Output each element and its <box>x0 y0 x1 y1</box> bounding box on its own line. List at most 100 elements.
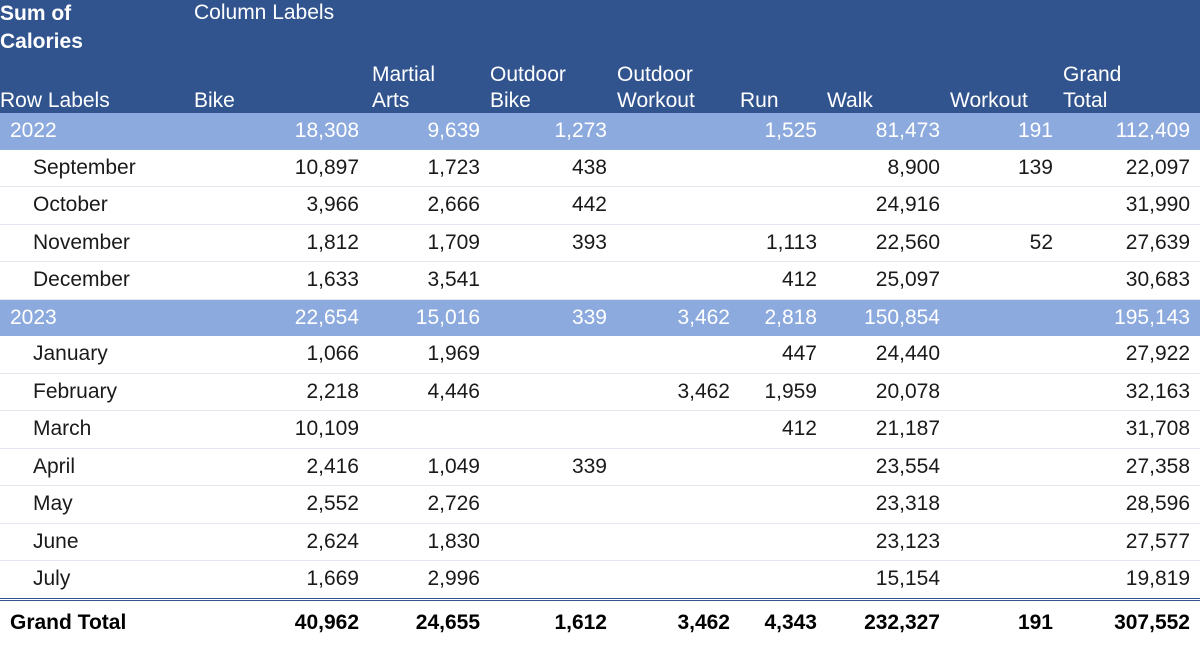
cell-walk[interactable]: 22,560 <box>827 224 950 263</box>
cell-workout[interactable] <box>950 523 1063 562</box>
cell-walk[interactable]: 25,097 <box>827 261 950 300</box>
table-row-january[interactable]: January 1,066 1,969 447 24,440 27,922 <box>0 336 1200 374</box>
row-label[interactable]: Grand Total <box>0 597 194 645</box>
row-label[interactable]: June <box>0 523 194 562</box>
cell-run[interactable]: 447 <box>740 336 827 374</box>
cell-run[interactable]: 412 <box>740 261 827 300</box>
row-label[interactable]: September <box>0 149 194 188</box>
cell-walk[interactable]: 24,916 <box>827 186 950 225</box>
cell-bike[interactable]: 1,812 <box>194 224 372 263</box>
cell-walk[interactable]: 232,327 <box>827 597 950 645</box>
cell-outdoor-bike[interactable] <box>490 561 617 600</box>
table-row-april[interactable]: April 2,416 1,049 339 23,554 27,358 <box>0 448 1200 487</box>
column-header-workout[interactable]: Workout <box>950 62 1063 114</box>
cell-workout[interactable]: 191 <box>950 113 1063 150</box>
cell-outdoor-workout[interactable]: 3,462 <box>617 597 740 645</box>
cell-grand-total[interactable]: 28,596 <box>1063 485 1200 524</box>
subtotal-row-2022[interactable]: 2022 18,308 9,639 1,273 1,525 81,473 191 112,40… <box>0 113 1200 150</box>
cell-run[interactable]: 4,343 <box>740 597 827 645</box>
cell-outdoor-bike[interactable]: 1,612 <box>490 597 617 645</box>
table-row-may[interactable]: May 2,552 2,726 23,318 28,596 <box>0 485 1200 524</box>
cell-outdoor-workout[interactable] <box>617 523 740 562</box>
row-label[interactable]: November <box>0 224 194 263</box>
cell-grand-total[interactable]: 307,552 <box>1063 597 1200 645</box>
row-label[interactable]: October <box>0 186 194 225</box>
cell-outdoor-workout[interactable] <box>617 410 740 449</box>
cell-martial-arts[interactable]: 1,723 <box>372 149 490 188</box>
cell-outdoor-bike[interactable] <box>490 485 617 524</box>
cell-grand-total[interactable]: 27,358 <box>1063 448 1200 487</box>
column-header-outdoor-workout[interactable]: Outdoor Workout <box>617 62 740 114</box>
cell-bike[interactable]: 18,308 <box>194 113 372 150</box>
cell-grand-total[interactable]: 112,409 <box>1063 113 1200 150</box>
cell-walk[interactable]: 23,554 <box>827 448 950 487</box>
cell-workout[interactable] <box>950 299 1063 337</box>
cell-workout[interactable] <box>950 186 1063 225</box>
row-label[interactable]: December <box>0 261 194 300</box>
table-row-december[interactable]: December 1,633 3,541 412 25,097 30,683 <box>0 261 1200 300</box>
cell-martial-arts[interactable]: 2,726 <box>372 485 490 524</box>
cell-workout[interactable]: 191 <box>950 597 1063 645</box>
row-labels-header[interactable]: Row Labels <box>0 62 194 114</box>
column-header-martial-arts[interactable]: Martial Arts <box>372 62 490 114</box>
cell-bike[interactable]: 40,962 <box>194 597 372 645</box>
table-row-june[interactable]: June 2,624 1,830 23,123 27,577 <box>0 523 1200 562</box>
column-header-run[interactable]: Run <box>740 62 827 114</box>
cell-outdoor-workout[interactable] <box>617 485 740 524</box>
cell-run[interactable]: 1,113 <box>740 224 827 263</box>
cell-grand-total[interactable]: 31,990 <box>1063 186 1200 225</box>
table-row-february[interactable]: February 2,218 4,446 3,462 1,959 20,078 32,163 <box>0 373 1200 412</box>
cell-bike[interactable]: 10,897 <box>194 149 372 188</box>
cell-martial-arts[interactable]: 9,639 <box>372 113 490 150</box>
cell-bike[interactable]: 1,669 <box>194 561 372 600</box>
cell-outdoor-workout[interactable]: 3,462 <box>617 299 740 337</box>
cell-workout[interactable] <box>950 485 1063 524</box>
cell-grand-total[interactable]: 31,708 <box>1063 410 1200 449</box>
cell-outdoor-bike[interactable]: 393 <box>490 224 617 263</box>
cell-walk[interactable]: 15,154 <box>827 561 950 600</box>
table-row-july[interactable]: July 1,669 2,996 15,154 19,819 <box>0 561 1200 600</box>
cell-workout[interactable] <box>950 448 1063 487</box>
cell-outdoor-bike[interactable] <box>490 373 617 412</box>
cell-walk[interactable]: 150,854 <box>827 299 950 337</box>
row-label[interactable]: May <box>0 485 194 524</box>
cell-run[interactable] <box>740 523 827 562</box>
cell-martial-arts[interactable]: 2,996 <box>372 561 490 600</box>
cell-martial-arts[interactable]: 1,709 <box>372 224 490 263</box>
cell-walk[interactable]: 20,078 <box>827 373 950 412</box>
row-label[interactable]: 2022 <box>0 113 194 150</box>
cell-run[interactable]: 1,525 <box>740 113 827 150</box>
cell-grand-total[interactable]: 32,163 <box>1063 373 1200 412</box>
cell-bike[interactable]: 10,109 <box>194 410 372 449</box>
cell-bike[interactable]: 1,066 <box>194 336 372 374</box>
cell-outdoor-workout[interactable] <box>617 113 740 150</box>
cell-walk[interactable]: 81,473 <box>827 113 950 150</box>
cell-outdoor-bike[interactable]: 339 <box>490 299 617 337</box>
cell-outdoor-bike[interactable] <box>490 410 617 449</box>
cell-martial-arts[interactable]: 1,049 <box>372 448 490 487</box>
row-label[interactable]: January <box>0 336 194 374</box>
cell-outdoor-workout[interactable] <box>617 448 740 487</box>
row-label[interactable]: March <box>0 410 194 449</box>
cell-grand-total[interactable]: 195,143 <box>1063 299 1200 337</box>
cell-outdoor-workout[interactable] <box>617 186 740 225</box>
cell-run[interactable] <box>740 149 827 188</box>
cell-outdoor-bike[interactable]: 339 <box>490 448 617 487</box>
cell-outdoor-workout[interactable] <box>617 224 740 263</box>
cell-martial-arts[interactable]: 4,446 <box>372 373 490 412</box>
cell-run[interactable] <box>740 485 827 524</box>
cell-workout[interactable]: 139 <box>950 149 1063 188</box>
cell-outdoor-workout[interactable]: 3,462 <box>617 373 740 412</box>
cell-outdoor-bike[interactable]: 438 <box>490 149 617 188</box>
cell-outdoor-bike[interactable]: 442 <box>490 186 617 225</box>
table-row-october[interactable]: October 3,966 2,666 442 24,916 31,990 <box>0 186 1200 225</box>
cell-workout[interactable] <box>950 336 1063 374</box>
cell-bike[interactable]: 22,654 <box>194 299 372 337</box>
cell-grand-total[interactable]: 27,639 <box>1063 224 1200 263</box>
column-header-outdoor-bike[interactable]: Outdoor Bike <box>490 62 617 114</box>
cell-walk[interactable]: 8,900 <box>827 149 950 188</box>
cell-martial-arts[interactable]: 24,655 <box>372 597 490 645</box>
cell-walk[interactable]: 21,187 <box>827 410 950 449</box>
cell-run[interactable]: 2,818 <box>740 299 827 337</box>
cell-walk[interactable]: 24,440 <box>827 336 950 374</box>
